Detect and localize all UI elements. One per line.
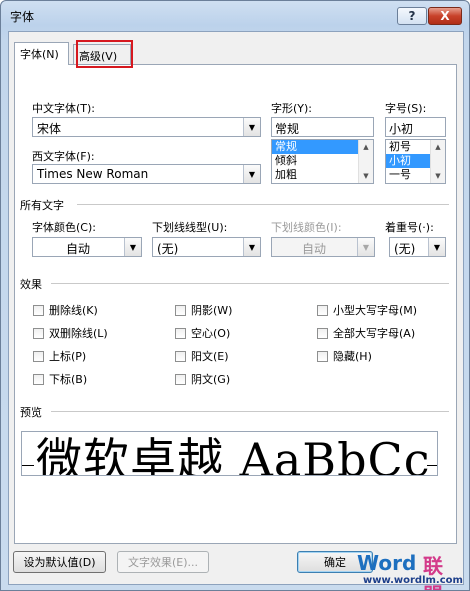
underline-style-value: (无) [157,242,179,256]
font-color-value: 自动 [65,242,90,256]
strikethrough-checkbox[interactable]: 删除线(K) [33,302,98,318]
checkbox-label: 双删除线(L) [49,327,108,340]
preview-header: 预览 [20,406,42,419]
emphasis-label: 着重号(·): [385,221,434,234]
font-color-combo[interactable]: 自动 ▼ [32,237,142,257]
section-divider [51,283,449,284]
checkbox-label: 阴文(G) [191,373,231,386]
section-divider [51,411,449,412]
underline-style-label: 下划线线型(U): [152,221,228,234]
checkbox-label: 隐藏(H) [333,350,372,363]
tab-font[interactable]: 字体(N) [14,42,69,65]
checkbox-label: 小型大写字母(M) [333,304,418,317]
all-caps-checkbox[interactable]: 全部大写字母(A) [317,325,415,341]
checkbox-box[interactable] [33,373,44,385]
chevron-down-icon[interactable]: ▼ [428,238,445,256]
font-color-label: 字体颜色(C): [32,221,96,234]
superscript-checkbox[interactable]: 上标(P) [33,348,86,364]
checkbox-label: 阳文(E) [191,350,229,363]
checkbox-box[interactable] [33,350,44,362]
small-caps-checkbox[interactable]: 小型大写字母(M) [317,302,417,318]
checkbox-label: 上标(P) [49,350,87,363]
preview-sample-text: 微软卓越 AaBbCc [36,433,431,476]
preview-box: 微软卓越 AaBbCc [21,431,438,476]
scroll-up-icon[interactable]: ▲ [359,140,373,154]
dialog-title: 字体 [10,10,35,24]
emphasis-value: (无) [394,242,416,256]
chevron-down-icon[interactable]: ▼ [243,118,260,136]
all-text-header: 所有文字 [20,199,64,212]
double-strikethrough-checkbox[interactable]: 双删除线(L) [33,325,108,341]
checkbox-box[interactable] [317,304,328,316]
checkbox-box[interactable] [33,304,44,316]
scroll-up-icon[interactable]: ▲ [431,140,445,154]
checkbox-box[interactable] [175,350,186,362]
cn-font-value: 宋体 [37,122,62,136]
subscript-checkbox[interactable]: 下标(B) [33,371,87,387]
checkbox-label: 全部大写字母(A) [333,327,416,340]
preview-baseline-right [427,465,437,466]
title-bar[interactable]: 字体 ? X [1,1,469,29]
underline-style-combo[interactable]: (无) ▼ [152,237,261,257]
checkbox-label: 空心(O) [191,327,231,340]
chevron-down-icon[interactable]: ▼ [243,165,260,183]
watermark-url: www.wordlm.com [363,575,463,586]
set-default-button[interactable]: 设为默认值(D) [13,551,106,573]
engrave-checkbox[interactable]: 阴文(G) [175,371,230,387]
scroll-down-icon[interactable]: ▼ [359,169,373,183]
watermark-logo: Word 联盟 www.wordlm.com [349,551,463,590]
size-list-scrollbar[interactable]: ▲ ▼ [430,140,445,183]
advanced-tab-highlight [76,40,133,68]
style-list[interactable]: 常规 倾斜 加粗 ▲ ▼ [271,139,374,184]
chevron-down-icon[interactable]: ▼ [243,238,260,256]
outline-checkbox[interactable]: 空心(O) [175,325,230,341]
checkbox-box[interactable] [33,327,44,339]
preview-baseline-left [22,465,34,466]
hidden-checkbox[interactable]: 隐藏(H) [317,348,372,364]
chevron-down-icon[interactable]: ▼ [124,238,141,256]
style-list-scrollbar[interactable]: ▲ ▼ [358,140,373,183]
checkbox-box[interactable] [317,327,328,339]
size-label: 字号(S): [385,102,427,115]
underline-color-combo: 自动 ▼ [271,237,375,257]
font-dialog: 字体 ? X 字体(N) 高级(V) 中文字体(T): 宋体 ▼ 字形(Y): … [0,0,470,591]
checkbox-box[interactable] [317,350,328,362]
help-button[interactable]: ? [397,7,427,25]
help-icon: ? [408,9,416,23]
checkbox-label: 阴影(W) [191,304,233,317]
dialog-body: 字体(N) 高级(V) 中文字体(T): 宋体 ▼ 字形(Y): 常规 常规 倾… [8,31,464,590]
close-icon: X [440,9,450,23]
close-button[interactable]: X [428,7,462,25]
checkbox-label: 删除线(K) [49,304,98,317]
emboss-checkbox[interactable]: 阳文(E) [175,348,229,364]
size-list[interactable]: 初号 小初 一号 ▲ ▼ [385,139,446,184]
checkbox-box[interactable] [175,304,186,316]
text-effects-button: 文字效果(E)... [117,551,209,573]
style-label: 字形(Y): [271,102,313,115]
checkbox-box[interactable] [175,373,186,385]
size-input[interactable]: 小初 [385,117,446,137]
west-font-label: 西文字体(F): [32,150,95,163]
scroll-down-icon[interactable]: ▼ [431,169,445,183]
underline-color-label: 下划线颜色(I): [271,221,342,234]
checkbox-label: 下标(B) [49,373,88,386]
emphasis-combo[interactable]: (无) ▼ [389,237,446,257]
style-input[interactable]: 常规 [271,117,374,137]
effects-header: 效果 [20,278,42,291]
checkbox-box[interactable] [175,327,186,339]
west-font-combo[interactable]: Times New Roman ▼ [32,164,261,184]
west-font-value: Times New Roman [37,167,149,181]
underline-color-value: 自动 [301,242,326,256]
section-divider [77,204,449,205]
chevron-down-icon: ▼ [357,238,374,256]
watermark-word: Word [357,551,417,575]
cn-font-label: 中文字体(T): [32,102,96,115]
cn-font-combo[interactable]: 宋体 ▼ [32,117,261,137]
shadow-checkbox[interactable]: 阴影(W) [175,302,232,318]
